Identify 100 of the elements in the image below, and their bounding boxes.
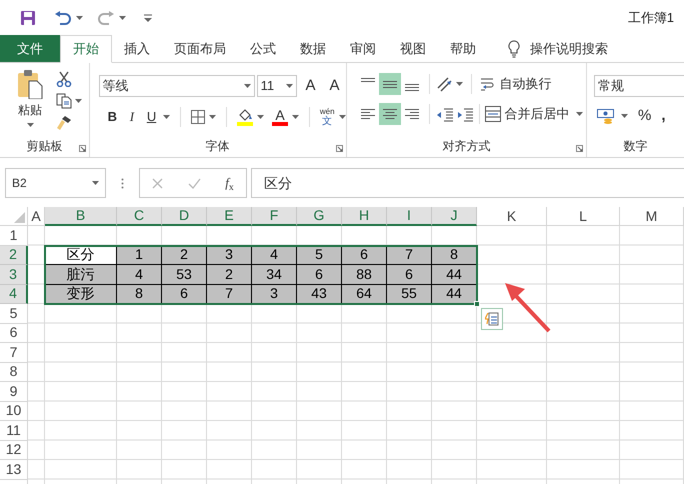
caret-icon[interactable] [76, 16, 83, 20]
dialog-launcher-icon[interactable] [576, 145, 583, 152]
caret-icon[interactable] [163, 115, 170, 119]
name-box[interactable]: B2 [5, 168, 106, 198]
ribbon-tab[interactable]: 插入 [112, 35, 162, 62]
table-cell: 3 [252, 284, 297, 304]
wrap-text-icon [480, 76, 494, 92]
row-header[interactable]: 7 [0, 343, 28, 362]
caret-icon[interactable] [292, 115, 300, 119]
grow-font-button[interactable]: A [300, 75, 321, 97]
caret-icon[interactable] [244, 84, 251, 88]
quick-analysis-button[interactable] [481, 308, 503, 330]
table-cell: 43 [297, 284, 342, 304]
row-header[interactable]: 2 [0, 246, 28, 265]
font-color-button[interactable]: A [272, 108, 288, 126]
table-cell: 7 [387, 246, 432, 265]
caret-icon[interactable] [338, 115, 346, 119]
row-header[interactable]: 5 [0, 304, 28, 324]
row-header[interactable]: 12 [0, 440, 28, 460]
column-header[interactable]: K [477, 207, 547, 226]
insert-function-button[interactable]: f$_{x}$ [225, 173, 234, 193]
row-header[interactable]: 1 [0, 226, 28, 246]
ribbon-tab[interactable]: 审阅 [338, 35, 388, 62]
underline-button[interactable]: U [144, 107, 160, 127]
caret-icon[interactable] [576, 112, 583, 116]
table-cell: 7 [207, 284, 252, 304]
comma-style-button[interactable]: , [661, 105, 666, 128]
undo-icon[interactable] [54, 10, 72, 24]
tell-me-search[interactable]: 操作说明搜索 [530, 38, 608, 58]
table-cell: 44 [432, 265, 477, 284]
wrap-text-button[interactable]: 自动换行 [480, 74, 552, 94]
column-header[interactable]: F [252, 207, 297, 226]
column-header[interactable]: G [297, 207, 342, 226]
horizontal-align-button[interactable] [378, 103, 401, 125]
caret-icon[interactable] [209, 115, 216, 119]
ribbon-tab[interactable]: 帮助 [438, 35, 488, 62]
caret-icon[interactable] [456, 82, 463, 86]
more-icon [121, 178, 124, 188]
row-header[interactable]: 10 [0, 402, 28, 421]
row-header[interactable]: 8 [0, 362, 28, 382]
group-label: 剪贴板 [26, 138, 62, 155]
formula-field[interactable]: 区分 [251, 168, 684, 198]
table-cell: 6 [297, 265, 342, 284]
borders-icon[interactable] [191, 110, 206, 124]
vertical-align-button[interactable] [378, 73, 401, 95]
dialog-launcher-icon[interactable] [336, 145, 343, 152]
row-header[interactable]: 4 [0, 284, 28, 304]
column-header[interactable]: A [28, 207, 45, 226]
column-header[interactable]: I [387, 207, 432, 226]
row-header[interactable]: 9 [0, 382, 28, 402]
column-header[interactable]: E [207, 207, 252, 226]
decrease-indent-icon[interactable] [436, 106, 454, 122]
column-header[interactable]: H [342, 207, 387, 226]
file-tab[interactable]: 文件 [0, 35, 60, 62]
italic-button[interactable]: I [124, 107, 140, 127]
caret-icon[interactable] [257, 115, 264, 119]
caret-icon[interactable] [75, 99, 82, 103]
caret-icon[interactable] [119, 16, 126, 20]
ribbon-tab[interactable]: 公式 [238, 35, 288, 62]
bold-button[interactable]: B [104, 107, 120, 127]
table-cell: 5 [297, 246, 342, 265]
copy-icon[interactable] [56, 93, 72, 109]
fill-handle[interactable] [474, 301, 480, 307]
caret-icon[interactable] [92, 181, 99, 185]
orientation-icon[interactable] [436, 76, 454, 92]
percent-style-button[interactable]: % [638, 105, 652, 128]
increase-indent-icon[interactable] [456, 106, 474, 122]
fill-color-icon[interactable] [237, 108, 254, 126]
number-format-field[interactable]: 常规 [594, 75, 684, 97]
save-icon[interactable] [20, 10, 36, 26]
group-label: 数字 [624, 138, 648, 155]
row-header[interactable]: 13 [0, 460, 28, 480]
annotation-arrow [505, 283, 551, 333]
ribbon-tab[interactable]: 数据 [288, 35, 338, 62]
column-header[interactable]: D [162, 207, 207, 226]
ribbon-tab[interactable]: 开始 [60, 35, 112, 63]
row-header[interactable]: 3 [0, 265, 28, 284]
column-header[interactable]: B [45, 207, 117, 226]
clipboard-icon [16, 69, 44, 99]
column-header[interactable]: J [432, 207, 477, 226]
paste-button[interactable]: 粘贴 [14, 69, 46, 135]
customize-icon[interactable] [144, 14, 152, 22]
caret-icon[interactable] [286, 84, 293, 88]
ribbon-tab[interactable]: 页面布局 [162, 35, 238, 62]
font-name-field[interactable]: 等线 [98, 75, 255, 97]
row-header[interactable]: 6 [0, 324, 28, 343]
ribbon-tab[interactable]: 视图 [388, 35, 438, 62]
shrink-font-button[interactable]: A [324, 75, 345, 97]
currency-icon[interactable] [597, 108, 615, 124]
phonetic-guide-button[interactable]: wén 文 [320, 107, 335, 127]
dialog-launcher-icon[interactable] [78, 145, 86, 152]
merge-center-button[interactable]: 合并后居中 [484, 104, 570, 124]
column-header[interactable]: L [547, 207, 620, 226]
font-size-field[interactable]: 11 [256, 75, 297, 97]
table-cell: 64 [342, 284, 387, 304]
caret-icon[interactable] [26, 123, 34, 127]
column-header[interactable]: C [117, 207, 162, 226]
column-header[interactable]: M [620, 207, 684, 226]
row-header[interactable]: 11 [0, 421, 28, 440]
caret-icon[interactable] [621, 114, 628, 118]
